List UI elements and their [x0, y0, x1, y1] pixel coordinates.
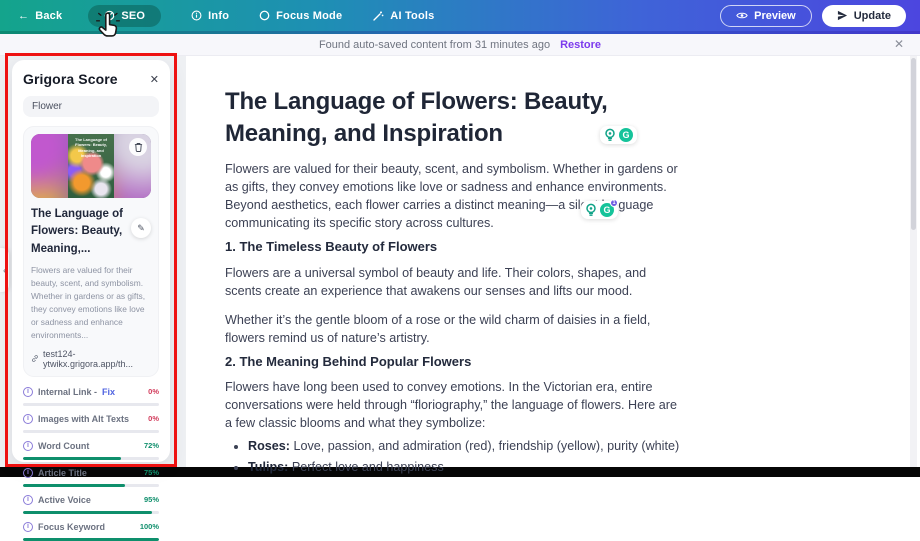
metric-bar [23, 457, 159, 460]
focus-mode-label: Focus Mode [276, 10, 342, 22]
lightbulb-icon [585, 203, 597, 217]
grammarly-suggestion-count-badge: 1 [610, 199, 618, 207]
magic-wand-icon [372, 10, 384, 22]
restore-link[interactable]: Restore [560, 39, 601, 51]
ai-tools-label: AI Tools [390, 10, 434, 22]
seo-button[interactable]: SEO [88, 5, 161, 27]
info-icon[interactable]: i [23, 468, 33, 478]
metric-value: 95% [144, 495, 159, 504]
suggestion-icons-paragraph[interactable]: G 1 [581, 201, 618, 219]
autosave-text: Found auto-saved content from 31 minutes… [319, 39, 550, 51]
grammarly-icon[interactable]: G [619, 128, 633, 142]
lightbulb-icon [604, 128, 616, 142]
intro-paragraph[interactable]: Flowers are valued for their beauty, sce… [225, 160, 681, 232]
metric-bar [23, 511, 159, 514]
thumbnail-caption-text: The Language of Flowers: Beauty, Meaning… [69, 137, 113, 159]
trash-icon [134, 142, 143, 152]
section-1-paragraph-2[interactable]: Whether it’s the gentle bloom of a rose … [225, 311, 681, 347]
info-icon[interactable]: i [23, 414, 33, 424]
metric-value: 0% [148, 414, 159, 423]
symbolism-bullet-list[interactable]: Roses: Love, passion, and admiration (re… [248, 437, 688, 479]
back-arrow-icon: ← [18, 10, 29, 22]
preview-description: Flowers are valued for their beauty, sce… [31, 264, 151, 342]
eye-icon [736, 11, 748, 20]
ai-tools-button[interactable]: AI Tools [372, 10, 434, 22]
seo-label: SEO [121, 10, 145, 22]
section-1-heading[interactable]: 1. The Timeless Beauty of Flowers [225, 239, 681, 254]
info-icon[interactable]: i [23, 495, 33, 505]
fix-link[interactable]: Fix [102, 387, 115, 397]
banner-close-icon[interactable]: ✕ [894, 37, 904, 51]
bullet-term: Tulips: [248, 460, 288, 474]
back-button[interactable]: ← Back [18, 10, 62, 22]
metric-value: 75% [144, 468, 159, 477]
bullet-text: Love, passion, and admiration (red), fri… [290, 439, 679, 453]
focus-circle-icon [259, 10, 270, 21]
pencil-icon: ✎ [137, 223, 145, 234]
score-metrics-list: i Internal Link - Fix 0% i Images with A… [23, 385, 159, 541]
list-item-tulips[interactable]: Tulips: Perfect love and happiness [248, 458, 688, 477]
metric-row-word-count: i Word Count 72% [23, 439, 159, 460]
suggestion-icons-title[interactable]: G [600, 126, 637, 144]
info-icon[interactable]: i [23, 387, 33, 397]
edit-title-button[interactable]: ✎ [131, 218, 151, 238]
bullet-text: Perfect love and happiness [288, 460, 443, 474]
preview-title: The Language of Flowers: Beauty, Meaning… [31, 206, 126, 258]
bullet-term: Roses: [248, 439, 290, 453]
focus-keyword-input[interactable] [23, 96, 159, 117]
info-button[interactable]: Info [191, 10, 229, 22]
panel-close-icon[interactable]: ✕ [150, 73, 159, 86]
delete-image-button[interactable] [129, 138, 147, 156]
preview-button[interactable]: Preview [720, 5, 812, 27]
panel-collapse-handle[interactable]: ‹ [0, 248, 9, 292]
metric-value: 0% [148, 387, 159, 396]
section-2-heading[interactable]: 2. The Meaning Behind Popular Flowers [225, 354, 681, 369]
info-label: Info [208, 10, 229, 22]
metric-bar [23, 430, 159, 433]
preview-url-row[interactable]: test124-ytwikx.grigora.app/th... [31, 349, 151, 369]
autosave-banner: Found auto-saved content from 31 minutes… [0, 34, 920, 56]
back-label: Back [35, 10, 62, 22]
editor-topbar: ← Back SEO Info Focus Mode AI Tools Prev… [0, 0, 920, 31]
serp-preview-card: The Language of Flowers: Beauty, Meaning… [23, 126, 159, 377]
topbar-accent-line [0, 31, 920, 34]
section-2-paragraph-1[interactable]: Flowers have long been used to convey em… [225, 378, 681, 432]
info-icon[interactable]: i [23, 522, 33, 532]
metric-bar [23, 484, 159, 487]
metric-value: 100% [140, 522, 159, 531]
grammarly-icon[interactable]: G 1 [600, 203, 614, 217]
chevron-left-icon: ‹ [3, 266, 6, 275]
preview-label: Preview [754, 10, 796, 22]
metric-row-focus-keyword: i Focus Keyword 100% [23, 520, 159, 541]
grigora-score-panel: Grigora Score ✕ The Language of Flowers:… [12, 60, 170, 462]
update-label: Update [854, 10, 891, 22]
metric-row-alt-texts: i Images with Alt Texts 0% [23, 412, 159, 433]
seo-gauge-icon [104, 10, 115, 21]
section-1-paragraph-1[interactable]: Flowers are a universal symbol of beauty… [225, 264, 681, 300]
metric-row-article-title: i Article Title 75% [23, 466, 159, 487]
link-icon [31, 354, 39, 363]
metric-row-internal-link: i Internal Link - Fix 0% [23, 385, 159, 406]
metric-bar [23, 403, 159, 406]
focus-mode-button[interactable]: Focus Mode [259, 10, 342, 22]
info-icon[interactable]: i [23, 441, 33, 451]
preview-url: test124-ytwikx.grigora.app/th... [43, 349, 151, 369]
paper-plane-icon [837, 10, 848, 21]
scrollbar-thumb[interactable] [911, 58, 916, 230]
metric-row-active-voice: i Active Voice 95% [23, 493, 159, 514]
metric-bar [23, 538, 159, 541]
panel-title: Grigora Score [23, 71, 118, 87]
list-item-roses[interactable]: Roses: Love, passion, and admiration (re… [248, 437, 688, 456]
info-icon [191, 10, 202, 21]
featured-image-thumbnail[interactable]: The Language of Flowers: Beauty, Meaning… [31, 134, 151, 198]
metric-value: 72% [144, 441, 159, 450]
update-button[interactable]: Update [822, 5, 906, 27]
